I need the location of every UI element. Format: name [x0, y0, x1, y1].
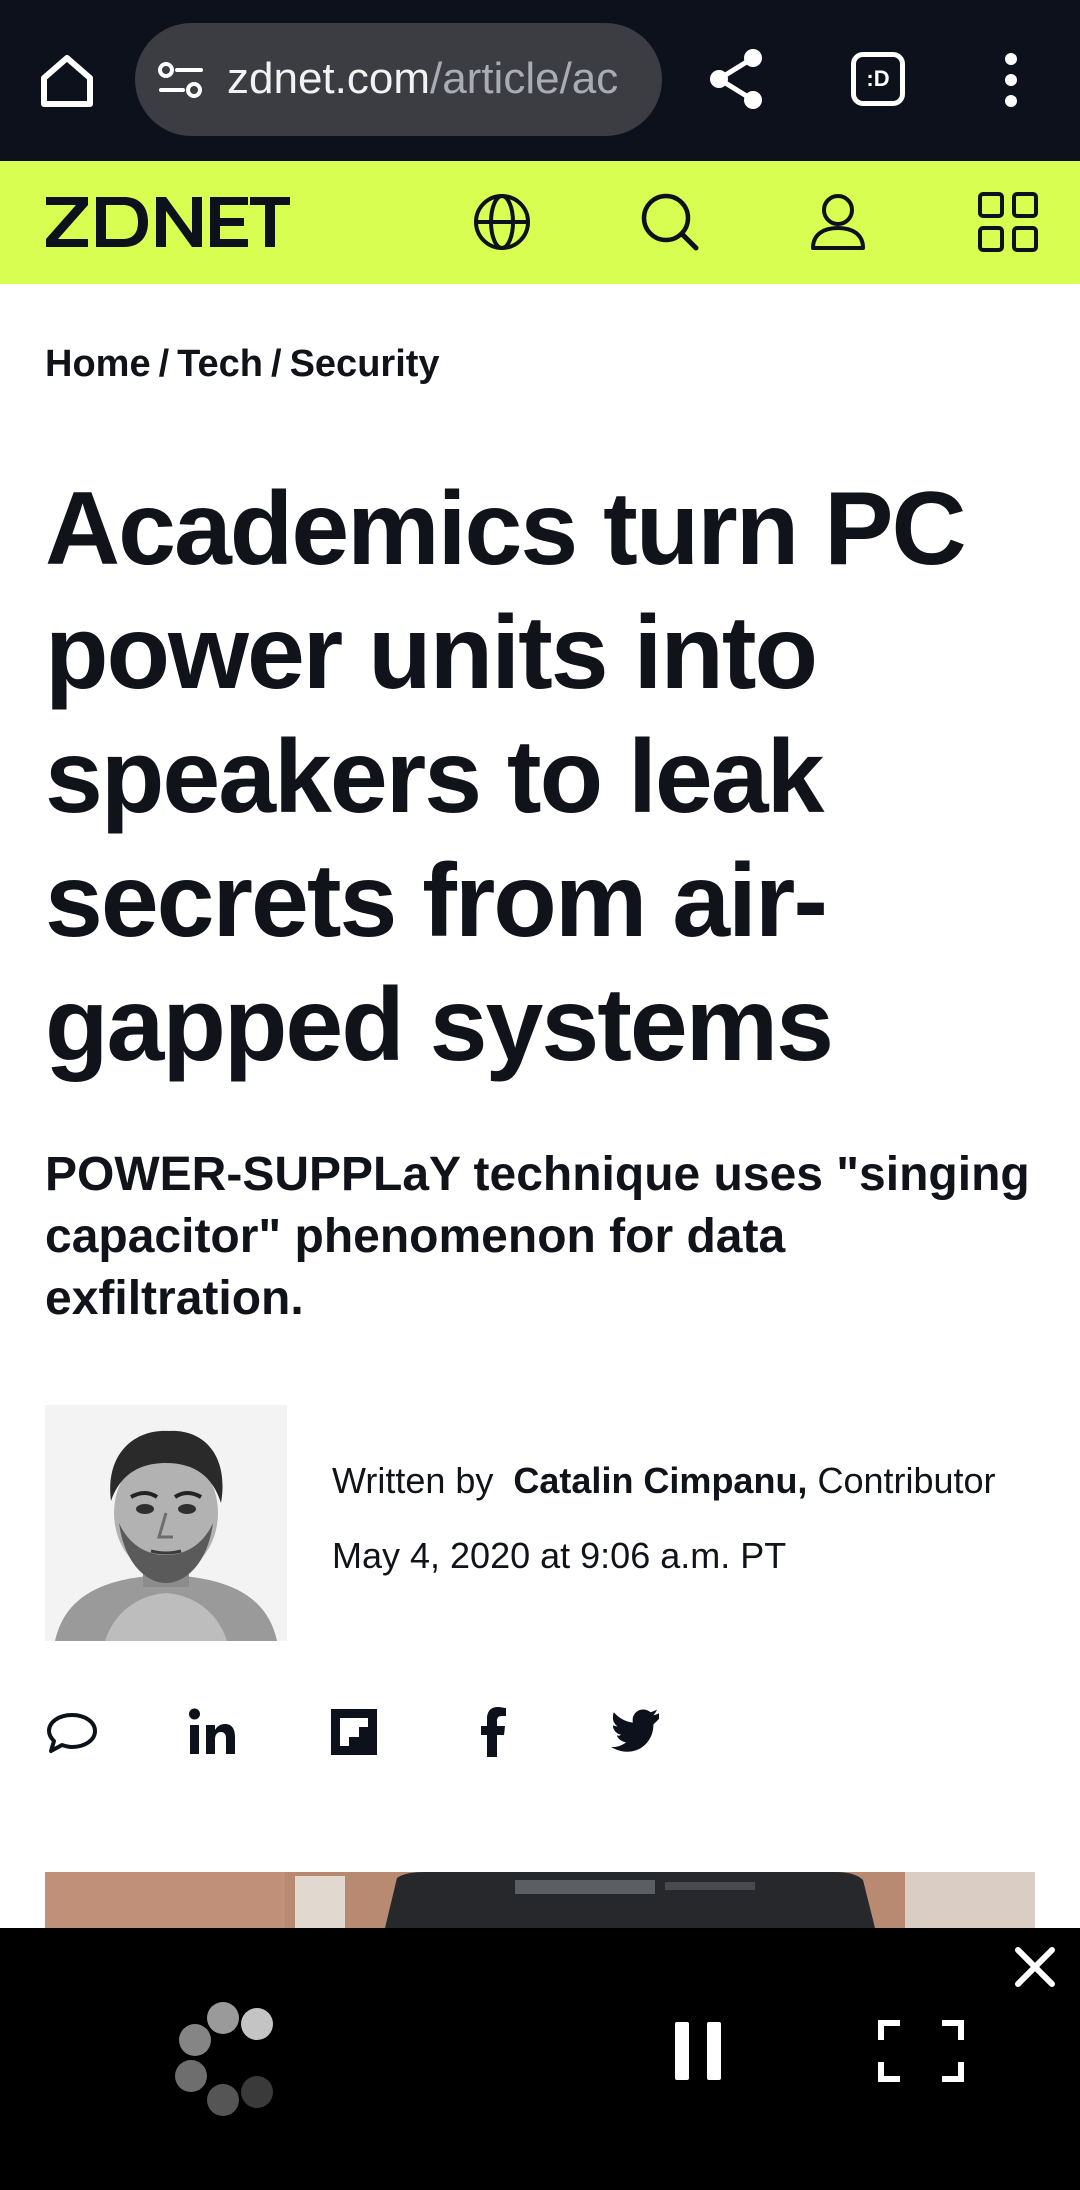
- url-path: /article/ac: [429, 54, 619, 103]
- site-info-icon[interactable]: [157, 61, 205, 99]
- site-header: [0, 161, 1080, 284]
- breadcrumb-tech[interactable]: Tech: [177, 343, 263, 385]
- url-text[interactable]: zdnet.com/article/ac: [227, 53, 647, 105]
- breadcrumb-security[interactable]: Security: [290, 343, 440, 385]
- byline: Written by Catalin Cimpanu, Contributor: [332, 1455, 1052, 1507]
- tabs-icon[interactable]: :D: [851, 52, 905, 106]
- breadcrumb-separator: /: [271, 343, 282, 385]
- author-role: Contributor: [817, 1460, 996, 1501]
- author-photo[interactable]: [45, 1405, 287, 1641]
- flipboard-icon[interactable]: [327, 1705, 381, 1759]
- fullscreen-icon[interactable]: [878, 2020, 964, 2082]
- url-domain: zdnet.com: [227, 54, 430, 103]
- article-hero-image[interactable]: [45, 1872, 1035, 1928]
- article-subheadline: POWER-SUPPLaY technique uses "singing ca…: [45, 1148, 1030, 1325]
- breadcrumb: Home / Tech / Security: [45, 340, 440, 388]
- spinner-icon: [175, 2002, 273, 2116]
- comment-icon[interactable]: [45, 1705, 99, 1759]
- grid-icon[interactable]: [974, 188, 1042, 256]
- article-headline: Academics turn PC power units into speak…: [45, 471, 967, 1083]
- pause-icon[interactable]: [673, 2020, 723, 2082]
- video-player-overlay[interactable]: [0, 1928, 1080, 2190]
- search-icon[interactable]: [636, 188, 704, 256]
- twitter-icon[interactable]: [609, 1705, 663, 1759]
- linkedin-icon[interactable]: [185, 1705, 239, 1759]
- publish-date: May 4, 2020 at 9:06 a.m. PT: [332, 1535, 787, 1576]
- browser-toolbar: zdnet.com/article/ac :D: [0, 0, 1080, 161]
- share-bar: [45, 1705, 685, 1763]
- breadcrumb-separator: /: [158, 343, 170, 385]
- more-vert-icon[interactable]: [996, 52, 1026, 108]
- facebook-icon[interactable]: [467, 1705, 521, 1759]
- close-icon[interactable]: [1012, 1944, 1058, 1990]
- home-icon[interactable]: [36, 50, 98, 112]
- share-icon[interactable]: [706, 46, 768, 112]
- author-name-link[interactable]: Catalin Cimpanu,: [513, 1460, 807, 1501]
- power-supply-photo: [45, 1872, 1035, 1928]
- author-portrait-image: [45, 1405, 287, 1641]
- globe-icon[interactable]: [468, 188, 536, 256]
- byline-prefix: Written by: [332, 1460, 494, 1501]
- user-icon[interactable]: [804, 188, 872, 256]
- breadcrumb-home[interactable]: Home: [45, 343, 151, 385]
- address-bar[interactable]: zdnet.com/article/ac: [135, 23, 662, 136]
- zdnet-logo[interactable]: [44, 191, 290, 253]
